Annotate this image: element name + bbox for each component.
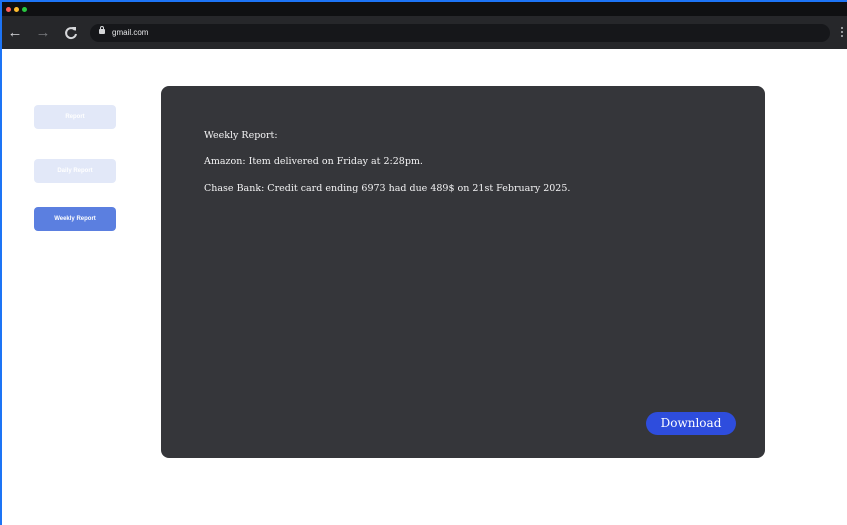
report-panel: Weekly Report: Amazon: Item delivered on…	[161, 86, 765, 458]
sidebar-item-weekly-report[interactable]: Weekly Report	[34, 207, 116, 231]
url-text: gmail.com	[112, 28, 149, 37]
address-bar[interactable]: gmail.com	[90, 24, 830, 42]
reload-icon[interactable]	[62, 24, 80, 42]
report-line-chase: Chase Bank: Credit card ending 6973 had …	[204, 183, 571, 194]
minimize-window-button[interactable]	[14, 7, 19, 12]
download-button[interactable]: Download	[646, 412, 736, 435]
report-line-amazon: Amazon: Item delivered on Friday at 2:28…	[204, 156, 423, 167]
maximize-window-button[interactable]	[22, 7, 27, 12]
forward-arrow-icon[interactable]: →	[34, 24, 52, 42]
lock-icon	[99, 26, 105, 34]
reload-svg	[65, 27, 77, 40]
back-arrow-icon[interactable]: ←	[6, 24, 24, 42]
browser-toolbar: ← → gmail.com	[2, 16, 847, 49]
sidebar-item-daily-report[interactable]: Daily Report	[34, 159, 116, 183]
menu-icon[interactable]	[841, 27, 843, 39]
window-titlebar	[2, 2, 847, 16]
sidebar-item-report[interactable]: Report	[34, 105, 116, 129]
close-window-button[interactable]	[6, 7, 11, 12]
window-border-left	[0, 0, 2, 525]
report-heading: Weekly Report:	[204, 130, 278, 141]
